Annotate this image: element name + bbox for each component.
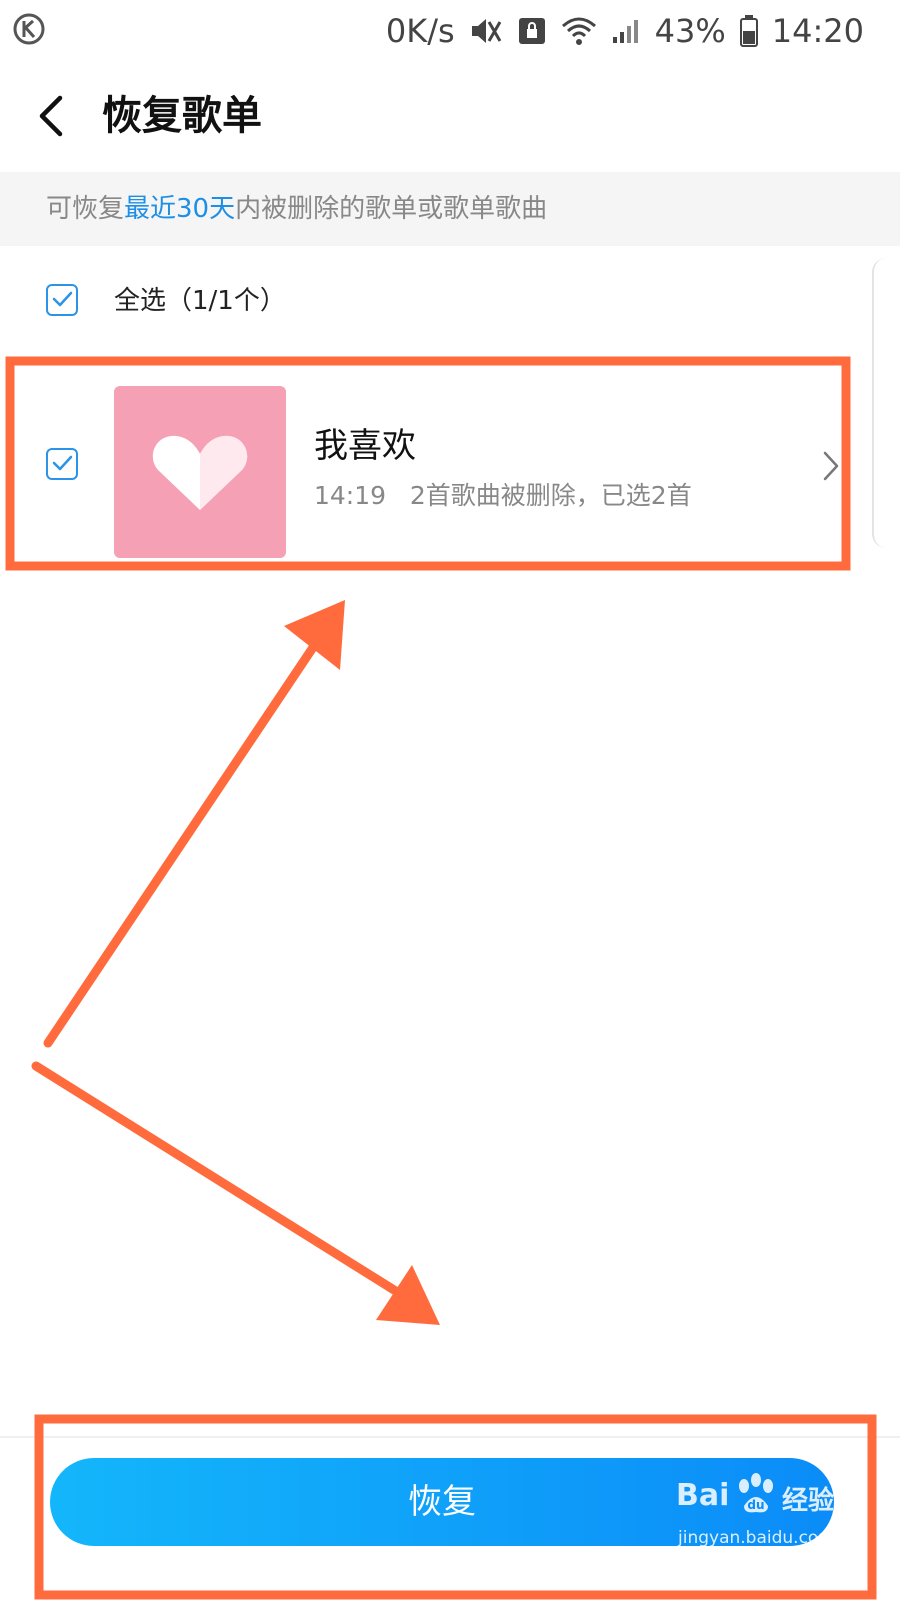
info-suffix: 内被删除的歌单或歌单歌曲 [235, 194, 548, 224]
select-all-checkbox[interactable] [46, 284, 78, 316]
baidu-watermark: Bai du 经验 jingyan.baidu.com [676, 1468, 876, 1564]
list-item-playlist[interactable]: 我喜欢 14:19 2首歌曲被删除，已选2首 [0, 372, 880, 558]
header: 恢复歌单 [0, 62, 900, 170]
back-icon[interactable] [34, 90, 68, 142]
status-bar: 0K/s 43% 14:20 [0, 0, 900, 62]
restore-playlist-screen: 0K/s 43% 14:20 恢复歌单 可恢复最近30天内被删除的歌单或歌单歌曲… [0, 0, 900, 1600]
watermark-cn: 经验 [782, 1486, 835, 1516]
net-speed: 0K/s [385, 12, 455, 50]
battery-icon [739, 15, 758, 47]
bottom-divider [0, 1436, 900, 1438]
chevron-right-icon[interactable] [822, 450, 840, 482]
playlist-detail: 2首歌曲被删除，已选2首 [409, 481, 692, 510]
playlist-checkbox[interactable] [46, 448, 78, 480]
playlist-meta: 14:19 2首歌曲被删除，已选2首 [314, 476, 692, 516]
heart-icon [152, 435, 248, 510]
k-app-icon [13, 13, 45, 45]
info-highlight: 最近30天 [124, 194, 236, 224]
check-icon [52, 291, 73, 307]
arrow-head-down [376, 1265, 440, 1325]
battery-percent: 43% [654, 12, 726, 50]
mute-icon [471, 19, 501, 43]
playlist-time: 14:19 [314, 481, 387, 510]
watermark-url: jingyan.baidu.com [678, 1528, 835, 1548]
playlist-cover [114, 386, 286, 558]
arrow-line-down [31, 1061, 415, 1305]
nfc-lock-icon [518, 18, 545, 44]
signal-icon [612, 20, 638, 43]
clock: 14:20 [771, 12, 864, 50]
arrow-head-up [284, 600, 345, 670]
svg-text:du: du [747, 1498, 764, 1512]
wifi-icon [561, 17, 596, 45]
playlist-name: 我喜欢 [314, 426, 416, 466]
info-prefix: 可恢复 [46, 194, 125, 224]
watermark-brand: Bai [676, 1478, 730, 1513]
select-all-label: 全选（1/1个） [114, 286, 286, 316]
select-all-row[interactable]: 全选（1/1个） [0, 262, 900, 348]
info-banner: 可恢复最近30天内被删除的歌单或歌单歌曲 [0, 172, 900, 246]
page-title: 恢复歌单 [102, 93, 262, 139]
status-indicators: 0K/s 43% 14:20 [386, 10, 864, 52]
paw-icon: du [739, 1473, 773, 1513]
check-icon [52, 455, 73, 471]
arrow-line-up [43, 623, 331, 1048]
